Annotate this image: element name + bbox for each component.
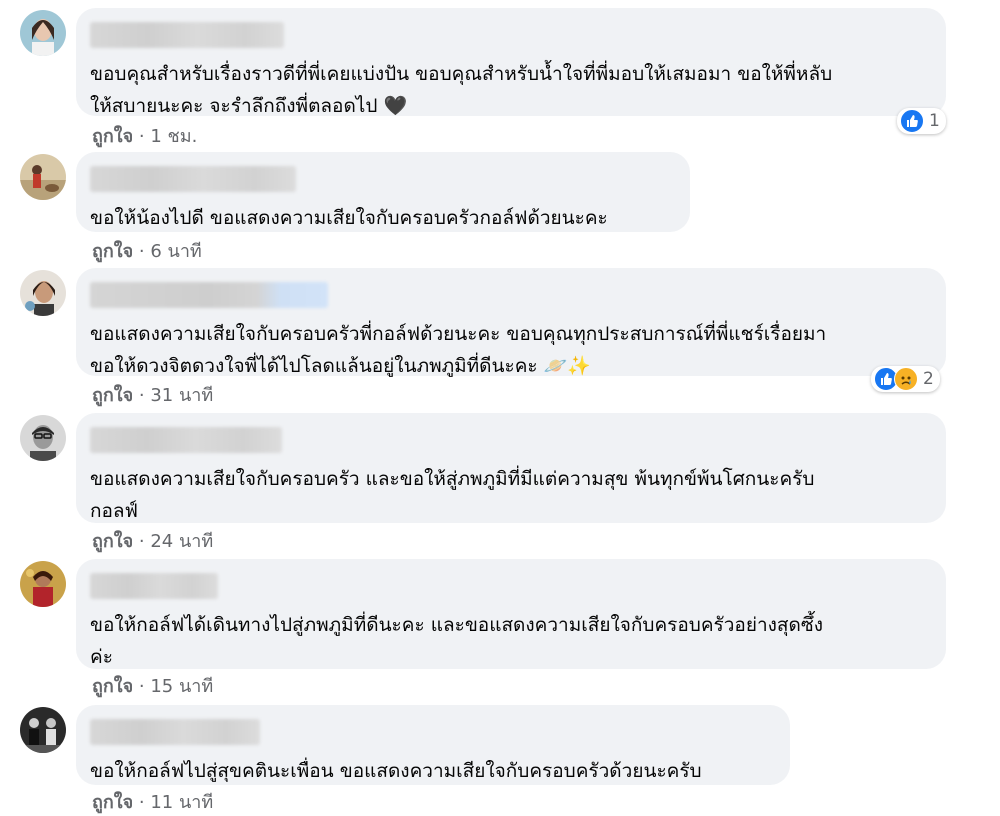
comment-bubble: ขอให้กอล์ฟไปสู่สุขคตินะเพื่อน ขอแสดงความ… bbox=[76, 705, 790, 785]
meta-separator: · bbox=[138, 385, 145, 406]
comment-time[interactable]: 24 นาที bbox=[150, 531, 213, 552]
comment-text: ขอแสดงความเสียใจกับครอบครัว และขอให้สู่ภ… bbox=[90, 468, 815, 522]
avatar[interactable] bbox=[20, 270, 66, 316]
avatar[interactable] bbox=[20, 10, 66, 56]
meta-separator: · bbox=[138, 241, 145, 262]
like-link[interactable]: ถูกใจ bbox=[92, 676, 133, 697]
comment-text: ขอแสดงความเสียใจกับครอบครัวพี่กอล์ฟด้วยน… bbox=[90, 323, 827, 377]
like-link[interactable]: ถูกใจ bbox=[92, 531, 133, 552]
author-name-redacted[interactable] bbox=[90, 22, 284, 48]
comment-meta: ถูกใจ · 15 นาที bbox=[92, 671, 213, 700]
comment-time[interactable]: 11 นาที bbox=[150, 792, 213, 813]
comment-time[interactable]: 1 ชม. bbox=[150, 126, 197, 147]
comment-text: ขอให้กอล์ฟได้เดินทางไปสู่ภพภูมิที่ดีนะคะ… bbox=[90, 614, 824, 668]
comment-bubble: ขอแสดงความเสียใจกับครอบครัว และขอให้สู่ภ… bbox=[76, 413, 946, 523]
comment-text: ขอให้กอล์ฟไปสู่สุขคตินะเพื่อน ขอแสดงความ… bbox=[90, 760, 702, 782]
meta-separator: · bbox=[138, 126, 145, 147]
comment-meta: ถูกใจ · 6 นาที bbox=[92, 236, 202, 265]
author-name-redacted[interactable] bbox=[90, 719, 260, 745]
reaction-summary[interactable]: 2 bbox=[871, 366, 940, 392]
like-reaction-icon bbox=[900, 109, 924, 133]
sad-reaction-icon bbox=[894, 367, 918, 391]
like-link[interactable]: ถูกใจ bbox=[92, 792, 133, 813]
comment-time[interactable]: 15 นาที bbox=[150, 676, 213, 697]
comment-bubble: ขอบคุณสำหรับเรื่องราวดีที่พี่เคยแบ่งปัน … bbox=[76, 8, 946, 117]
like-link[interactable]: ถูกใจ bbox=[92, 385, 133, 406]
author-name-redacted[interactable] bbox=[90, 427, 282, 453]
avatar[interactable] bbox=[20, 154, 66, 200]
avatar[interactable] bbox=[20, 707, 66, 753]
comment-time[interactable]: 31 นาที bbox=[150, 385, 213, 406]
avatar[interactable] bbox=[20, 561, 66, 607]
author-name-redacted[interactable] bbox=[90, 282, 328, 308]
like-link[interactable]: ถูกใจ bbox=[92, 126, 133, 147]
comment-meta: ถูกใจ · 1 ชม. bbox=[92, 121, 197, 150]
comment-bubble: ขอให้น้องไปดี ขอแสดงความเสียใจกับครอบครั… bbox=[76, 152, 690, 232]
comment-text: ขอบคุณสำหรับเรื่องราวดีที่พี่เคยแบ่งปัน … bbox=[90, 63, 833, 117]
reaction-count: 2 bbox=[923, 369, 934, 389]
like-link[interactable]: ถูกใจ bbox=[92, 241, 133, 262]
author-name-redacted[interactable] bbox=[90, 573, 218, 599]
comment-bubble: ขอให้กอล์ฟได้เดินทางไปสู่ภพภูมิที่ดีนะคะ… bbox=[76, 559, 946, 669]
avatar[interactable] bbox=[20, 415, 66, 461]
comment-bubble: ขอแสดงความเสียใจกับครอบครัวพี่กอล์ฟด้วยน… bbox=[76, 268, 946, 377]
comment-time[interactable]: 6 นาที bbox=[150, 241, 201, 262]
comment-text: ขอให้น้องไปดี ขอแสดงความเสียใจกับครอบครั… bbox=[90, 207, 608, 229]
meta-separator: · bbox=[138, 676, 145, 697]
meta-separator: · bbox=[138, 792, 145, 813]
meta-separator: · bbox=[138, 531, 145, 552]
comment-meta: ถูกใจ · 11 นาที bbox=[92, 787, 213, 816]
comment-meta: ถูกใจ · 24 นาที bbox=[92, 526, 213, 555]
author-name-redacted[interactable] bbox=[90, 166, 296, 192]
reaction-count: 1 bbox=[929, 111, 940, 131]
comment-meta: ถูกใจ · 31 นาที bbox=[92, 380, 213, 409]
reaction-summary[interactable]: 1 bbox=[897, 108, 946, 134]
